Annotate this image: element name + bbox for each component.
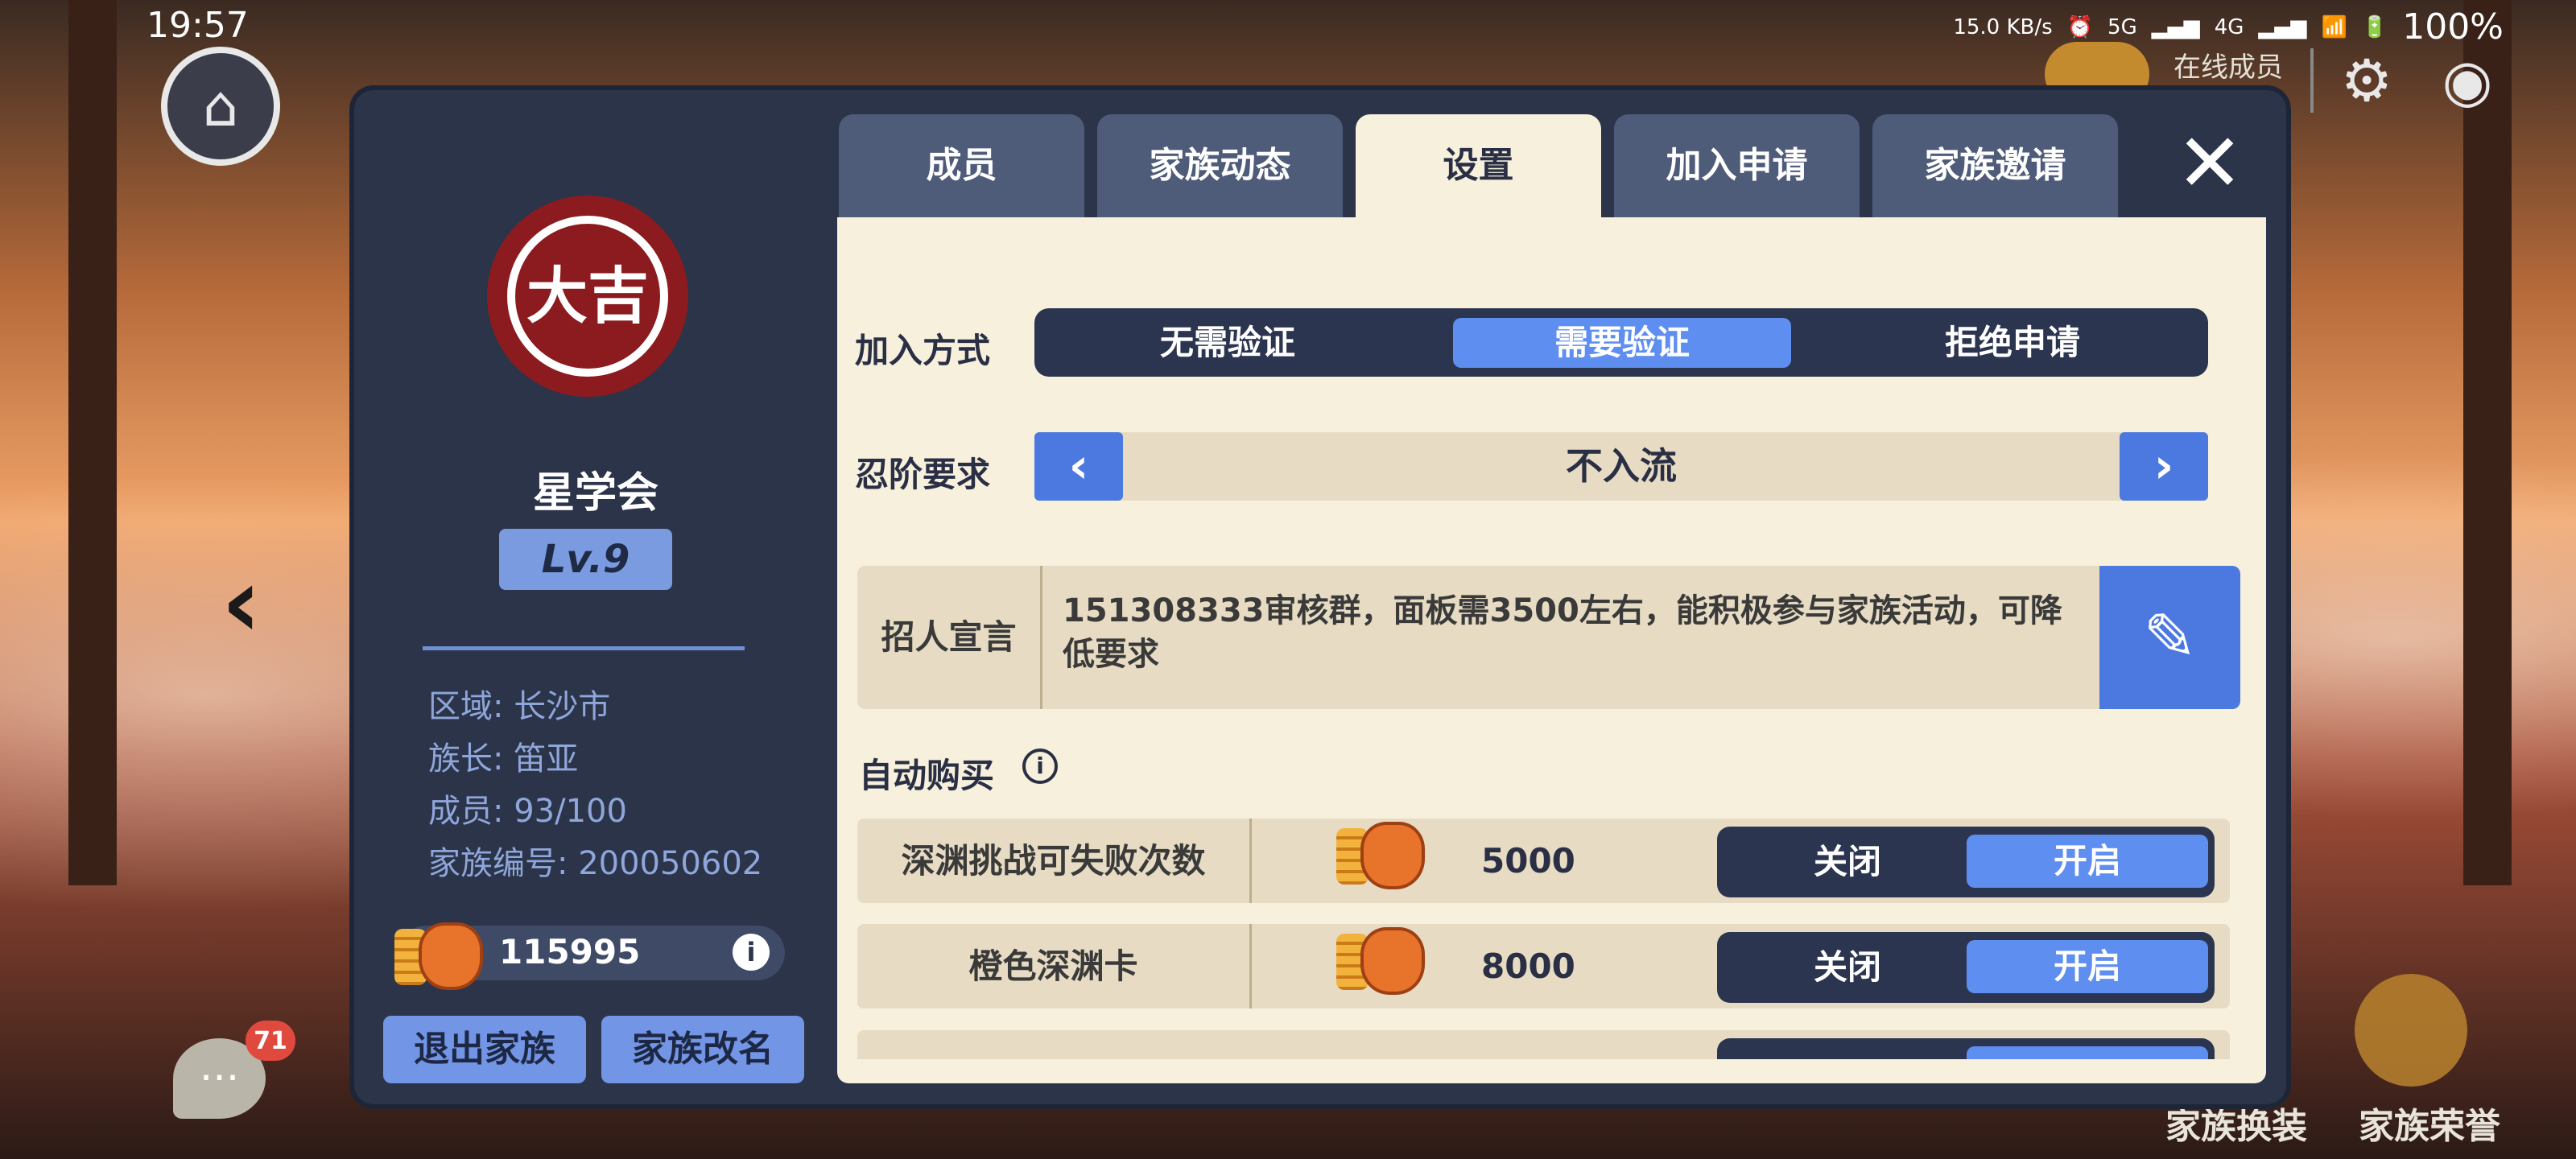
coin-bag-icon: [1336, 914, 1425, 995]
family-honor-button[interactable]: 家族荣誉: [2359, 1097, 2500, 1149]
auto-buy-item-price: 5000: [1481, 841, 1575, 881]
signal-5g-label: 5G: [2107, 14, 2137, 39]
background-beam-right: [2463, 0, 2512, 885]
family-outfit-button[interactable]: 家族换装: [2165, 1097, 2307, 1149]
auto-buy-toggle: [1717, 1038, 2215, 1059]
auto-buy-row: [857, 1030, 2230, 1059]
tab-family-invites[interactable]: 家族邀请: [1872, 114, 2118, 217]
join-option-verify[interactable]: 需要验证: [1453, 318, 1791, 368]
recruit-declaration-label: 招人宣言: [857, 566, 1042, 709]
family-members: 成员: 93/100: [428, 793, 627, 830]
net-speed: 15.0 KB/s: [1953, 14, 2053, 39]
info-icon[interactable]: i: [733, 934, 770, 971]
alarm-icon: ⏰: [2066, 14, 2094, 39]
close-icon[interactable]: ✕: [2174, 123, 2246, 204]
rank-requirement-label: 忍阶要求: [855, 455, 991, 494]
signal-icon: ▂▄▆: [2151, 14, 2200, 39]
family-funds: 115995: [499, 932, 641, 971]
auto-buy-row: 深渊挑战可失败次数 5000 关闭 开启: [857, 819, 2230, 903]
toggle-on-option[interactable]: 开启: [1967, 835, 2208, 888]
home-button[interactable]: ⌂: [161, 47, 280, 166]
status-time: 19:57: [147, 5, 249, 46]
leave-family-button[interactable]: 退出家族: [383, 1016, 586, 1083]
divider: [423, 646, 745, 650]
family-region: 区域: 长沙市: [428, 688, 611, 725]
status-bar: 19:57 15.0 KB/s ⏰ 5G ▂▄▆ 4G ▂▄▆ 📶 🔋 100%: [0, 0, 2576, 52]
family-emblem: 大吉: [487, 196, 688, 397]
online-members-label: 在线成员: [2174, 52, 2283, 84]
background-beam-left: [68, 0, 117, 885]
rank-requirement-value: 不入流: [1566, 444, 1677, 488]
family-leader: 族长: 笛亚: [428, 740, 579, 777]
battery-icon: 🔋: [2361, 14, 2388, 39]
status-right: 15.0 KB/s ⏰ 5G ▂▄▆ 4G ▂▄▆ 📶 🔋 100%: [1953, 6, 2504, 47]
join-option-no-verify[interactable]: 无需验证: [1067, 308, 1389, 377]
coin-bag-icon: [1336, 809, 1425, 889]
signal-4g-label: 4G: [2214, 14, 2244, 39]
family-level-badge: Lv.9: [499, 529, 672, 590]
tab-join-requests[interactable]: 加入申请: [1614, 114, 1860, 217]
family-honor-icon[interactable]: [2355, 974, 2467, 1087]
family-name: 星学会: [532, 469, 658, 518]
join-method-selector: 无需验证 需要验证 拒绝申请: [1034, 308, 2208, 377]
join-option-reject[interactable]: 拒绝申请: [1847, 308, 2178, 377]
eye-icon[interactable]: ◉: [2431, 48, 2504, 113]
chevron-left-icon[interactable]: ‹: [1034, 432, 1123, 501]
auto-buy-item-name: 深渊挑战可失败次数: [857, 819, 1252, 903]
tab-family-news[interactable]: 家族动态: [1097, 114, 1343, 217]
emblem-text: 大吉: [507, 216, 668, 377]
wifi-icon: 📶: [2321, 14, 2347, 39]
edit-icon[interactable]: ✎: [2099, 566, 2240, 709]
family-id: 家族编号: 200050602: [428, 845, 763, 882]
rename-family-button[interactable]: 家族改名: [601, 1016, 804, 1083]
toggle-off-option[interactable]: 关闭: [1727, 827, 1968, 897]
join-method-label: 加入方式: [855, 331, 991, 370]
chat-badge: 71: [246, 1021, 295, 1061]
battery-level: 100%: [2402, 6, 2504, 47]
auto-buy-label: 自动购买: [859, 756, 995, 795]
divider: [2310, 48, 2314, 113]
chat-icon: ···: [199, 1054, 240, 1103]
coin-bag-icon: [394, 909, 483, 990]
toggle-on-option[interactable]: 开启: [1967, 940, 2208, 993]
signal-icon: ▂▄▆: [2258, 14, 2307, 39]
tab-members[interactable]: 成员: [839, 114, 1084, 217]
clipped-row-container: [837, 1022, 2266, 1059]
toggle-off-option[interactable]: 关闭: [1727, 932, 1968, 1003]
tab-settings[interactable]: 设置: [1356, 114, 1601, 219]
gear-icon[interactable]: ⚙: [2334, 48, 2399, 113]
chevron-right-icon[interactable]: ›: [2120, 432, 2208, 501]
toggle-on-option[interactable]: [1967, 1046, 2208, 1059]
previous-arrow[interactable]: ‹: [221, 547, 261, 659]
auto-buy-item-name: 橙色深渊卡: [857, 924, 1252, 1008]
recruit-declaration-text: 151308333审核群，面板需3500左右，能积极参与家族活动，可降低要求: [1063, 592, 2062, 673]
auto-buy-toggle: 关闭 开启: [1717, 932, 2215, 1003]
info-icon[interactable]: i: [1022, 749, 1058, 784]
auto-buy-toggle: 关闭 开启: [1717, 827, 2215, 897]
home-icon: ⌂: [202, 73, 239, 139]
auto-buy-item-price: 8000: [1481, 947, 1575, 986]
auto-buy-row: 橙色深渊卡 8000 关闭 开启: [857, 924, 2230, 1008]
